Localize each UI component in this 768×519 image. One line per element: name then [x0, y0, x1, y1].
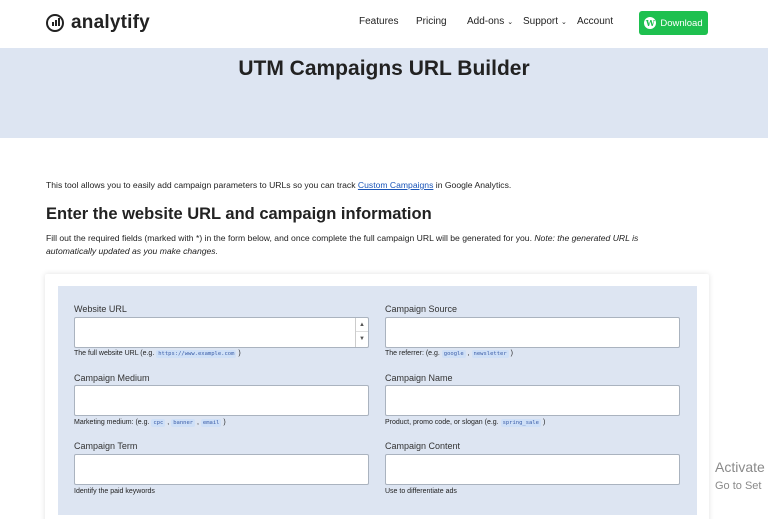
- campaign-source-label: Campaign Source: [385, 304, 458, 314]
- campaign-name-label: Campaign Name: [385, 373, 453, 383]
- spinner-down-icon[interactable]: ▼: [356, 332, 368, 346]
- custom-campaigns-link[interactable]: Custom Campaigns: [358, 180, 433, 190]
- campaign-term-label: Campaign Term: [74, 441, 138, 451]
- nav-features[interactable]: Features: [359, 16, 398, 27]
- chevron-down-icon: ⌄: [561, 19, 567, 26]
- help-code: email: [200, 419, 222, 427]
- campaign-term-input[interactable]: [74, 454, 369, 485]
- campaign-content-label: Campaign Content: [385, 441, 461, 451]
- help-text: ): [236, 350, 241, 357]
- help-code: spring_sale: [500, 419, 541, 427]
- campaign-term-help: Identify the paid keywords: [74, 488, 155, 495]
- logo[interactable]: analytify: [46, 12, 150, 34]
- analytics-logo-icon: [46, 14, 64, 32]
- activation-watermark-title: Activate: [715, 459, 765, 475]
- campaign-medium-label: Campaign Medium: [74, 373, 150, 383]
- help-text: Product, promo code, or slogan (e.g.: [385, 419, 501, 426]
- download-label: Download: [660, 17, 703, 29]
- help-text: ): [221, 419, 226, 426]
- intro-text: This tool allows you to easily add campa…: [46, 180, 511, 190]
- help-code: cpc: [151, 419, 166, 427]
- campaign-medium-help: Marketing medium: (e.g. cpc , banner , e…: [74, 419, 226, 427]
- nav-pricing[interactable]: Pricing: [416, 16, 447, 27]
- help-text: The full website URL (e.g.: [74, 350, 157, 357]
- intro-before: This tool allows you to easily add campa…: [46, 180, 358, 190]
- site-header: analytify Features Pricing Add-ons ⌄ Supp…: [0, 0, 768, 48]
- wordpress-icon: W: [644, 17, 657, 29]
- campaign-content-help: Use to differentiate ads: [385, 488, 457, 495]
- spinner-up-icon[interactable]: ▲: [356, 318, 368, 332]
- help-code: newsletter: [471, 350, 509, 358]
- website-url-input[interactable]: ▲ ▼: [74, 317, 369, 348]
- help-code: banner: [171, 419, 196, 427]
- campaign-source-input[interactable]: [385, 317, 680, 348]
- help-text: ): [508, 350, 513, 357]
- campaign-medium-input[interactable]: [74, 385, 369, 416]
- help-text: ): [541, 419, 546, 426]
- page-title: UTM Campaigns URL Builder: [238, 57, 530, 80]
- help-text: The referrer: (e.g.: [385, 350, 442, 357]
- section-title: Enter the website URL and campaign infor…: [46, 205, 432, 223]
- download-button[interactable]: W Download: [639, 11, 708, 35]
- website-url-help: The full website URL (e.g. https://www.e…: [74, 350, 241, 358]
- help-text: Marketing medium: (e.g.: [74, 419, 152, 426]
- campaign-name-input[interactable]: [385, 385, 680, 416]
- website-url-label: Website URL: [74, 304, 127, 314]
- help-code: google: [441, 350, 466, 358]
- description-plain: Fill out the required fields (marked wit…: [46, 233, 535, 243]
- chevron-down-icon: ⌄: [507, 19, 514, 26]
- nav-support[interactable]: Support ⌄: [523, 16, 567, 27]
- nav-account[interactable]: Account: [577, 16, 613, 27]
- campaign-source-help: The referrer: (e.g. google , newsletter …: [385, 350, 513, 358]
- activation-watermark-subtitle: Go to Set: [715, 480, 762, 492]
- logo-text: analytify: [71, 12, 150, 33]
- page-banner: UTM Campaigns URL Builder: [0, 48, 768, 138]
- nav-addons[interactable]: Add-ons ⌄: [467, 16, 513, 27]
- help-code: https://www.example.com: [156, 350, 237, 358]
- nav-addons-label: Add-ons: [467, 16, 505, 27]
- campaign-content-input[interactable]: [385, 454, 680, 485]
- campaign-name-help: Product, promo code, or slogan (e.g. spr…: [385, 419, 546, 427]
- intro-after: in Google Analytics.: [433, 180, 512, 190]
- section-description: Fill out the required fields (marked wit…: [46, 232, 686, 258]
- url-spinner: ▲ ▼: [355, 318, 368, 347]
- help-text: ,: [465, 350, 472, 357]
- nav-support-label: Support: [523, 16, 559, 27]
